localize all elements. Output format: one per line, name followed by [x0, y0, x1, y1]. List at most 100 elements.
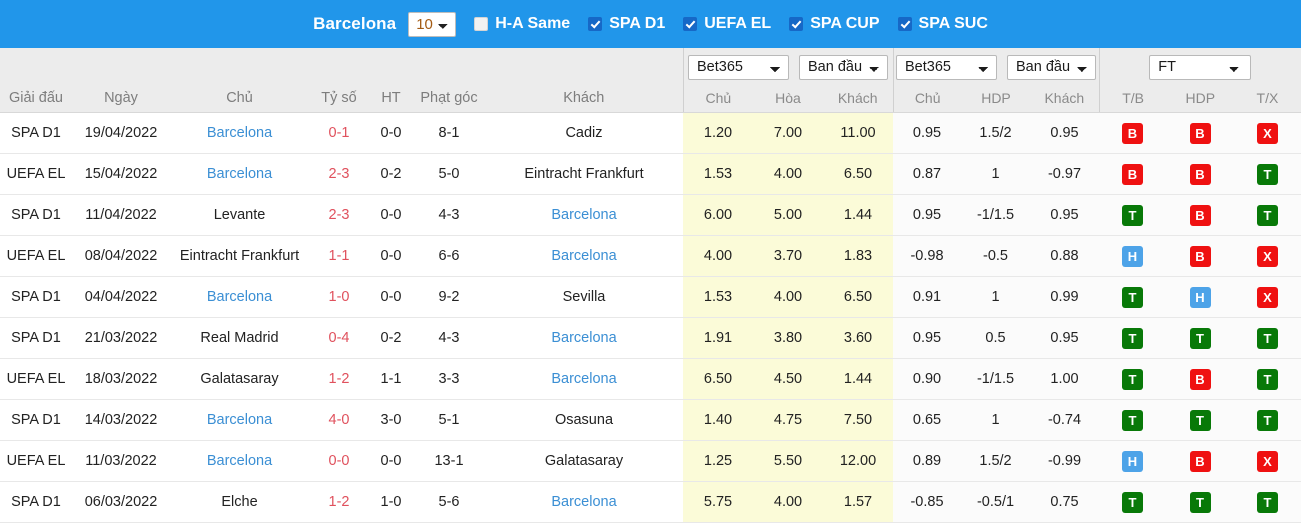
cell-hdp-away: -0.74	[1030, 399, 1099, 441]
filter-spa-cup[interactable]: SPA CUP	[789, 15, 880, 33]
match-score: 0-4	[328, 330, 350, 346]
home-team-name: Real Madrid	[200, 330, 279, 346]
row-count-select[interactable]: 10203050	[408, 11, 457, 37]
cell-league: SPA D1	[0, 276, 72, 318]
checkbox-uefa-el[interactable]	[683, 17, 698, 31]
cell-halftime: 3-0	[369, 399, 413, 441]
result-badge: H	[1122, 450, 1143, 472]
header-label-home: Chủ	[226, 90, 253, 106]
home-team-name[interactable]: Barcelona	[207, 125, 272, 141]
cell-date: 19/04/2022	[72, 112, 170, 154]
away-team-name[interactable]: Barcelona	[551, 330, 616, 346]
cell-date: 18/03/2022	[72, 358, 170, 400]
cell-result-tx: T	[1234, 399, 1301, 441]
result-sub-tb: T/B	[1122, 90, 1144, 106]
result-badge: T	[1257, 368, 1279, 390]
cell-odds-home: 4.00	[683, 235, 753, 277]
cell-score: 4-0	[309, 399, 369, 441]
result-badge: X	[1257, 450, 1279, 472]
table-row[interactable]: SPA D1 11/04/2022 Levante 2-3 0-0 4-3 Barcelon…	[0, 194, 1301, 236]
header-label-score: Tỷ số	[321, 90, 357, 106]
cell-corners: 8-1	[413, 112, 485, 154]
away-team-name: Cadiz	[565, 125, 603, 141]
cell-odds-draw: 4.00	[753, 276, 823, 318]
cell-hdp-value: 1	[961, 399, 1030, 441]
hdp-sub-away: Khách	[1044, 90, 1085, 106]
home-team-name[interactable]: Barcelona	[207, 166, 272, 182]
cell-home-team: Galatasaray	[170, 358, 309, 400]
table-row[interactable]: UEFA EL 08/04/2022 Eintracht Frankfurt 1-1 0…	[0, 235, 1301, 277]
checkbox-spa-suc[interactable]	[897, 17, 912, 31]
cell-corners: 4-3	[413, 317, 485, 359]
filter-h-a-same[interactable]: H-A Same	[474, 15, 570, 33]
cell-result-tb: T	[1099, 317, 1166, 359]
match-score: 0-0	[328, 453, 350, 469]
result-badge: H	[1189, 286, 1211, 308]
cell-score: 1-0	[309, 276, 369, 318]
hdp-phase-select[interactable]: Ban đầuTức thời	[1007, 54, 1096, 80]
cell-odds-home: 1.20	[683, 112, 753, 154]
table-row[interactable]: SPA D1 14/03/2022 Barcelona 4-0 3-0 5-1 Osasun…	[0, 399, 1301, 441]
cell-date: 21/03/2022	[72, 317, 170, 359]
checkbox-h-a-same[interactable]	[474, 17, 489, 31]
cell-odds-home: 1.91	[683, 317, 753, 359]
odds-phase-select[interactable]: Ban đầuTức thời	[799, 54, 888, 80]
table-row[interactable]: SPA D1 04/04/2022 Barcelona 1-0 0-0 9-2 Sevill…	[0, 276, 1301, 318]
filter-spa-suc[interactable]: SPA SUC	[897, 15, 988, 33]
cell-corners: 4-3	[413, 194, 485, 236]
header-cell-score: Tỷ số	[309, 48, 369, 113]
filter-spa-d1[interactable]: SPA D1	[588, 15, 665, 33]
home-team-name: Levante	[213, 207, 266, 223]
hdp-bookmaker-select[interactable]: Bet365CrownMacauslot	[896, 54, 997, 80]
result-badge: B	[1189, 122, 1211, 144]
cell-result-hdp: B	[1166, 112, 1234, 154]
result-badge: T	[1122, 204, 1143, 226]
checkbox-spa-d1[interactable]	[588, 17, 603, 31]
table-row[interactable]: UEFA EL 18/03/2022 Galatasaray 1-2 1-1 3-3 Bar…	[0, 358, 1301, 400]
cell-score: 2-3	[309, 153, 369, 195]
cell-hdp-away: 0.95	[1030, 317, 1099, 359]
match-score: 1-2	[328, 494, 350, 510]
away-team-name[interactable]: Barcelona	[551, 494, 616, 510]
table-body: SPA D1 19/04/2022 Barcelona 0-1 0-0 8-1 Cadiz 1…	[0, 112, 1301, 523]
result-period-select[interactable]: FTHT	[1149, 54, 1252, 80]
home-team-name[interactable]: Barcelona	[207, 412, 272, 428]
cell-odds-draw: 5.00	[753, 194, 823, 236]
result-badge: B	[1189, 368, 1211, 390]
table-row[interactable]: UEFA EL 15/04/2022 Barcelona 2-3 0-2 5-0 Eintr…	[0, 153, 1301, 195]
away-team-name: Osasuna	[554, 412, 614, 428]
cell-league: UEFA EL	[0, 153, 72, 195]
cell-odds-draw: 3.80	[753, 317, 823, 359]
home-team-name[interactable]: Barcelona	[207, 289, 272, 305]
cell-result-tb: T	[1099, 276, 1166, 318]
cell-hdp-away: 0.95	[1030, 112, 1099, 154]
table-row[interactable]: SPA D1 06/03/2022 Elche 1-2 1-0 5-6 Barcelona 5…	[0, 481, 1301, 523]
cell-result-tb: H	[1099, 440, 1166, 482]
cell-hdp-home: 0.95	[893, 317, 961, 359]
cell-odds-draw: 4.00	[753, 153, 823, 195]
cell-odds-away: 6.50	[823, 153, 893, 195]
odds-bookmaker-select[interactable]: Bet365CrownMacauslot	[688, 54, 789, 80]
cell-away-team: Barcelona	[485, 235, 683, 277]
table-row[interactable]: SPA D1 21/03/2022 Real Madrid 0-4 0-2 4-3 Barc…	[0, 317, 1301, 359]
home-team-name[interactable]: Barcelona	[207, 453, 272, 469]
result-sub-hdp: HDP	[1185, 90, 1216, 106]
away-team-name[interactable]: Barcelona	[551, 248, 616, 264]
checkbox-spa-cup[interactable]	[789, 17, 804, 31]
cell-odds-away: 6.50	[823, 276, 893, 318]
match-score: 2-3	[328, 207, 350, 223]
result-badge: T	[1122, 327, 1143, 349]
away-team-name[interactable]: Barcelona	[551, 207, 616, 223]
cell-score: 1-2	[309, 358, 369, 400]
cell-result-hdp: H	[1166, 276, 1234, 318]
table-row[interactable]: UEFA EL 11/03/2022 Barcelona 0-0 0-0 13-1 Gala…	[0, 440, 1301, 482]
table-header: Giải đấu Ngày Chủ Tỷ số HT Phạt góc Khác…	[0, 48, 1301, 113]
cell-halftime: 0-0	[369, 235, 413, 277]
cell-away-team: Barcelona	[485, 317, 683, 359]
header-label-away: Khách	[563, 90, 605, 106]
cell-league: SPA D1	[0, 112, 72, 154]
table-row[interactable]: SPA D1 19/04/2022 Barcelona 0-1 0-0 8-1 Cadiz 1…	[0, 112, 1301, 154]
away-team-name[interactable]: Barcelona	[551, 371, 616, 387]
cell-odds-home: 1.40	[683, 399, 753, 441]
filter-uefa-el[interactable]: UEFA EL	[683, 15, 771, 33]
